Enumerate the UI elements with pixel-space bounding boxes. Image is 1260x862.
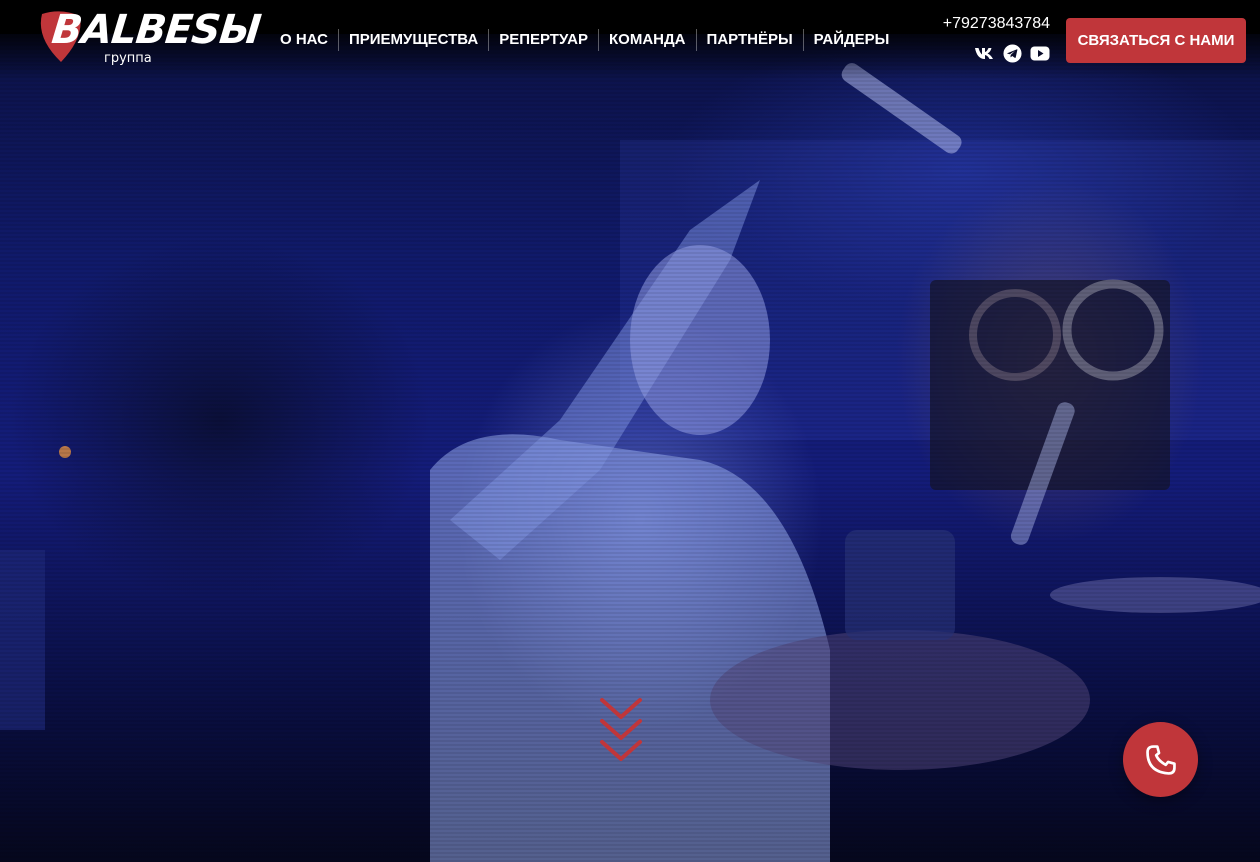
logo-text: BALBESЫ (49, 7, 263, 53)
header-contacts: +79273843784 (920, 14, 1050, 63)
vk-icon[interactable] (974, 43, 994, 63)
site-header: BALBESЫ группа О НАС ПРИЕМУЩЕСТВА РЕПЕРТ… (0, 0, 1260, 80)
phone-icon (1145, 744, 1176, 775)
telegram-icon[interactable] (1002, 43, 1022, 63)
nav-item-advantages[interactable]: ПРИЕМУЩЕСТВА (339, 29, 490, 51)
floating-call-button[interactable] (1123, 722, 1198, 797)
nav-item-partners[interactable]: ПАРТНЁРЫ (697, 29, 804, 51)
chevrons-down-icon[interactable] (599, 696, 643, 768)
nav-item-team[interactable]: КОМАНДА (599, 29, 697, 51)
logo-subtitle: группа (104, 51, 152, 66)
contact-us-button[interactable]: СВЯЗАТЬСЯ С НАМИ (1066, 18, 1246, 63)
nav-item-about[interactable]: О НАС (270, 29, 339, 51)
social-links (920, 43, 1050, 63)
youtube-icon[interactable] (1030, 43, 1050, 63)
nav-item-riders[interactable]: РАЙДЕРЫ (804, 29, 900, 51)
phone-link[interactable]: +79273843784 (920, 14, 1050, 34)
nav-item-repertoire[interactable]: РЕПЕРТУАР (489, 29, 600, 51)
main-nav: О НАС ПРИЕМУЩЕСТВА РЕПЕРТУАР КОМАНДА ПАР… (270, 28, 899, 52)
brand-logo[interactable]: BALBESЫ группа (38, 7, 262, 70)
